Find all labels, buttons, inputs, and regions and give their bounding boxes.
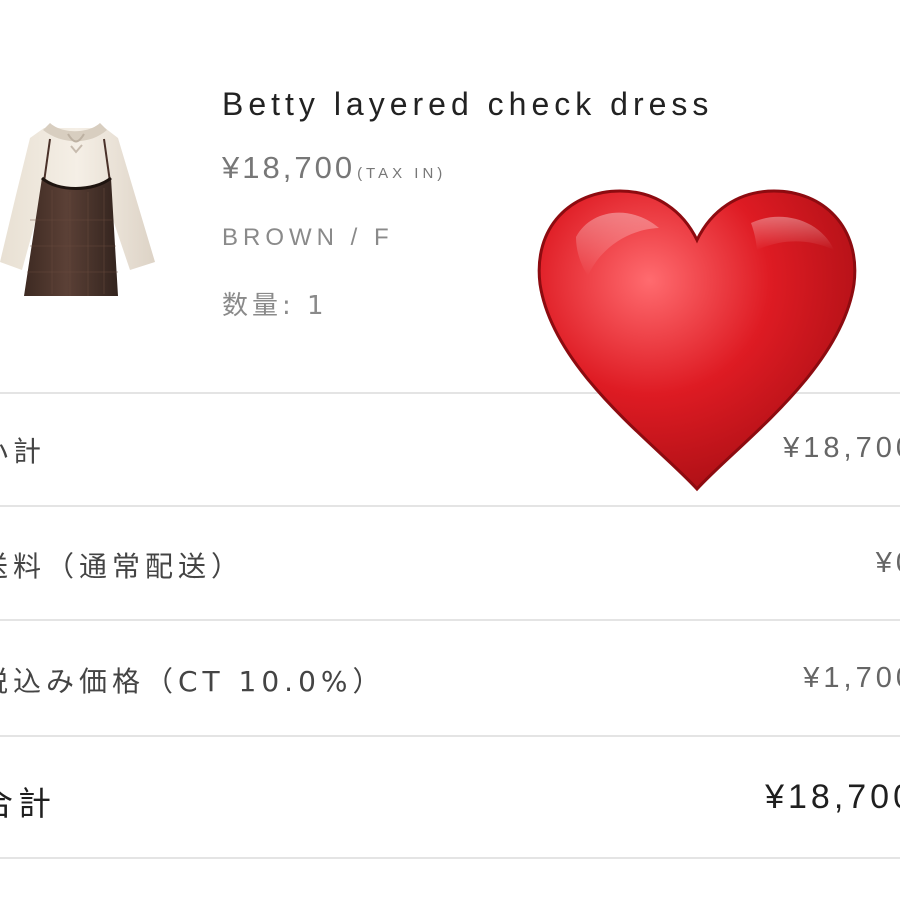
product-price: ¥18,700 [222, 150, 356, 185]
summary-divider [0, 857, 900, 859]
dress-thumbnail [0, 123, 155, 296]
product-name: Betty layered check dress [222, 86, 714, 122]
shipping-label: 送料（通常配送） [0, 550, 245, 583]
summary-divider [0, 619, 900, 621]
summary-divider [0, 735, 900, 737]
price-line: ¥18,700 (TAX IN) [222, 150, 446, 186]
tax-note: (TAX IN) [357, 165, 447, 182]
product-image [0, 110, 158, 308]
product-variant: BROWN / F [222, 224, 394, 251]
subtotal-label: 小計 [0, 435, 47, 468]
shipping-value: ¥0 [875, 547, 900, 579]
tax-value: ¥1,700 [803, 662, 900, 694]
total-label: 合計 [0, 784, 56, 823]
summary-divider [0, 505, 900, 507]
tax-label: 税込み価格（CT 10.0%） [0, 665, 386, 698]
product-quantity: 数量: 1 [222, 291, 328, 321]
red-heart-icon [533, 185, 861, 497]
total-value: ¥18,700 [765, 778, 900, 816]
